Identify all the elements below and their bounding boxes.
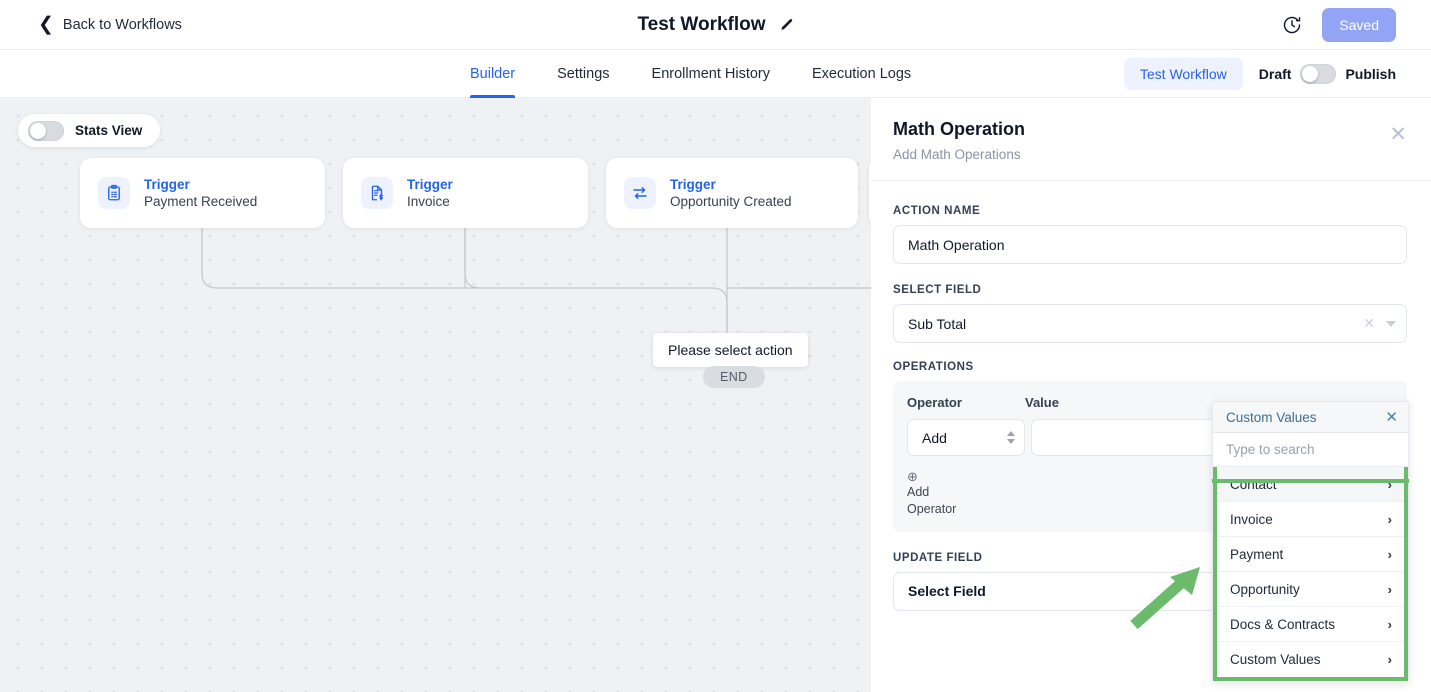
- tab-execution-logs[interactable]: Execution Logs: [812, 50, 911, 98]
- tab-builder[interactable]: Builder: [470, 50, 516, 98]
- publish-toggle-group: Draft Publish: [1259, 64, 1396, 84]
- trigger-node-opportunity-created[interactable]: Trigger Opportunity Created: [606, 158, 858, 228]
- list-item-payment[interactable]: Payment ›: [1217, 537, 1404, 572]
- add-operator-label-line2: Operator: [907, 501, 957, 516]
- list-item-opportunity[interactable]: Opportunity ›: [1217, 572, 1404, 607]
- draft-label: Draft: [1258, 66, 1292, 82]
- node-kind-label: Trigger: [407, 177, 453, 192]
- publish-toggle[interactable]: [1300, 64, 1337, 84]
- chevron-right-icon: ›: [1387, 511, 1392, 527]
- chevron-right-icon: ›: [1387, 546, 1392, 562]
- exchange-arrows-icon: [624, 177, 656, 209]
- invoice-dollar-icon: [361, 177, 393, 209]
- chevron-right-icon: ›: [1387, 581, 1392, 597]
- select-field-dropdown[interactable]: Sub Total ✕: [893, 304, 1407, 343]
- close-icon[interactable]: ✕: [1389, 124, 1407, 145]
- action-name-input[interactable]: [893, 225, 1407, 264]
- list-item-label: Opportunity: [1230, 581, 1300, 597]
- panel-header: Math Operation Add Math Operations ✕: [871, 98, 1431, 181]
- custom-values-popover: Custom Values ✕ Contact › Invoice › Paym…: [1212, 401, 1409, 682]
- top-bar-actions: Saved: [1282, 0, 1396, 50]
- node-text: Trigger Payment Received: [144, 177, 257, 209]
- toggle-knob: [30, 122, 46, 139]
- tab-settings[interactable]: Settings: [557, 50, 609, 98]
- clear-x-icon[interactable]: ✕: [1363, 315, 1375, 332]
- add-operator-button[interactable]: ⊕ Add Operator: [907, 469, 957, 518]
- page-title: Test Workflow: [637, 14, 766, 35]
- stats-view-label: Stats View: [75, 123, 143, 138]
- pencil-icon[interactable]: [779, 18, 794, 33]
- column-header-operator: Operator: [907, 395, 962, 410]
- list-item-label: Invoice: [1230, 511, 1273, 527]
- chevron-down-icon[interactable]: [1386, 320, 1396, 327]
- tab-bar-actions: Test Workflow Draft Publish: [1123, 50, 1396, 98]
- close-icon[interactable]: ✕: [1385, 410, 1398, 425]
- operator-value: Add: [922, 429, 947, 446]
- back-to-workflows-label: Back to Workflows: [62, 16, 182, 33]
- add-operator-label-line1: Add: [907, 485, 930, 500]
- popover-title: Custom Values: [1226, 409, 1317, 425]
- operations-label: OPERATIONS: [893, 361, 974, 373]
- chevron-right-icon: ›: [1387, 652, 1392, 667]
- node-kind-label: Trigger: [144, 177, 190, 192]
- publish-label: Publish: [1345, 66, 1396, 82]
- chevron-right-icon: ›: [1387, 616, 1392, 632]
- node-kind-label: Trigger: [670, 177, 716, 192]
- column-header-value: Value: [1025, 395, 1059, 410]
- toggle-knob: [1302, 66, 1319, 82]
- select-field-value: Sub Total: [908, 315, 967, 332]
- trigger-node-payment-received[interactable]: Trigger Payment Received: [80, 158, 325, 228]
- end-node: END: [703, 366, 765, 388]
- action-name-label: ACTION NAME: [893, 205, 981, 217]
- workflow-title-group: Test Workflow: [0, 0, 1431, 50]
- list-item-invoice[interactable]: Invoice ›: [1217, 502, 1404, 537]
- list-item-label: Docs & Contracts: [1230, 616, 1336, 632]
- select-field-label: SELECT FIELD: [893, 284, 982, 296]
- node-text: Trigger Invoice: [407, 177, 453, 209]
- popover-header: Custom Values ✕: [1213, 402, 1408, 433]
- panel-subtitle: Add Math Operations: [893, 147, 1021, 162]
- panel-title: Math Operation: [893, 119, 1026, 139]
- chevron-left-icon: ❮: [38, 14, 54, 35]
- tab-enrollment-history[interactable]: Enrollment History: [652, 50, 770, 98]
- top-bar: ❮ Back to Workflows Test Workflow Saved: [0, 0, 1431, 50]
- custom-values-list: Contact › Invoice › Payment › Opportunit…: [1213, 467, 1408, 681]
- list-item-label: Custom Values: [1230, 652, 1321, 667]
- list-item-custom-values[interactable]: Custom Values ›: [1217, 642, 1404, 677]
- clipboard-icon: [98, 177, 130, 209]
- select-action-tooltip: Please select action: [653, 333, 808, 367]
- list-item-contact[interactable]: Contact ›: [1217, 467, 1404, 502]
- pointer-arrow-annotation: [1130, 567, 1200, 630]
- list-highlight-top-border: [1212, 479, 1409, 483]
- stepper-icon[interactable]: [1007, 431, 1015, 444]
- list-item-label: Payment: [1230, 546, 1284, 562]
- saved-button[interactable]: Saved: [1322, 8, 1396, 42]
- operator-select[interactable]: Add: [907, 419, 1025, 456]
- clock-history-icon[interactable]: [1282, 15, 1302, 35]
- stats-view-switch[interactable]: [28, 120, 64, 141]
- tab-list: Builder Settings Enrollment History Exec…: [470, 50, 911, 98]
- stats-view-toggle[interactable]: Stats View: [18, 114, 161, 147]
- plus-circle-icon: ⊕: [907, 469, 918, 484]
- list-item-docs-contracts[interactable]: Docs & Contracts ›: [1217, 607, 1404, 642]
- workflow-canvas[interactable]: Stats View Trigger Payment Received Trig…: [0, 98, 871, 692]
- node-name-label: Invoice: [407, 194, 450, 209]
- popover-search-input[interactable]: [1213, 433, 1408, 467]
- node-text: Trigger Opportunity Created: [670, 177, 792, 209]
- node-name-label: Opportunity Created: [670, 194, 792, 209]
- test-workflow-button[interactable]: Test Workflow: [1123, 58, 1243, 90]
- trigger-node-invoice[interactable]: Trigger Invoice: [343, 158, 588, 228]
- node-name-label: Payment Received: [144, 194, 258, 209]
- back-to-workflows-button[interactable]: ❮ Back to Workflows: [38, 15, 182, 34]
- tab-bar: Builder Settings Enrollment History Exec…: [0, 50, 1431, 98]
